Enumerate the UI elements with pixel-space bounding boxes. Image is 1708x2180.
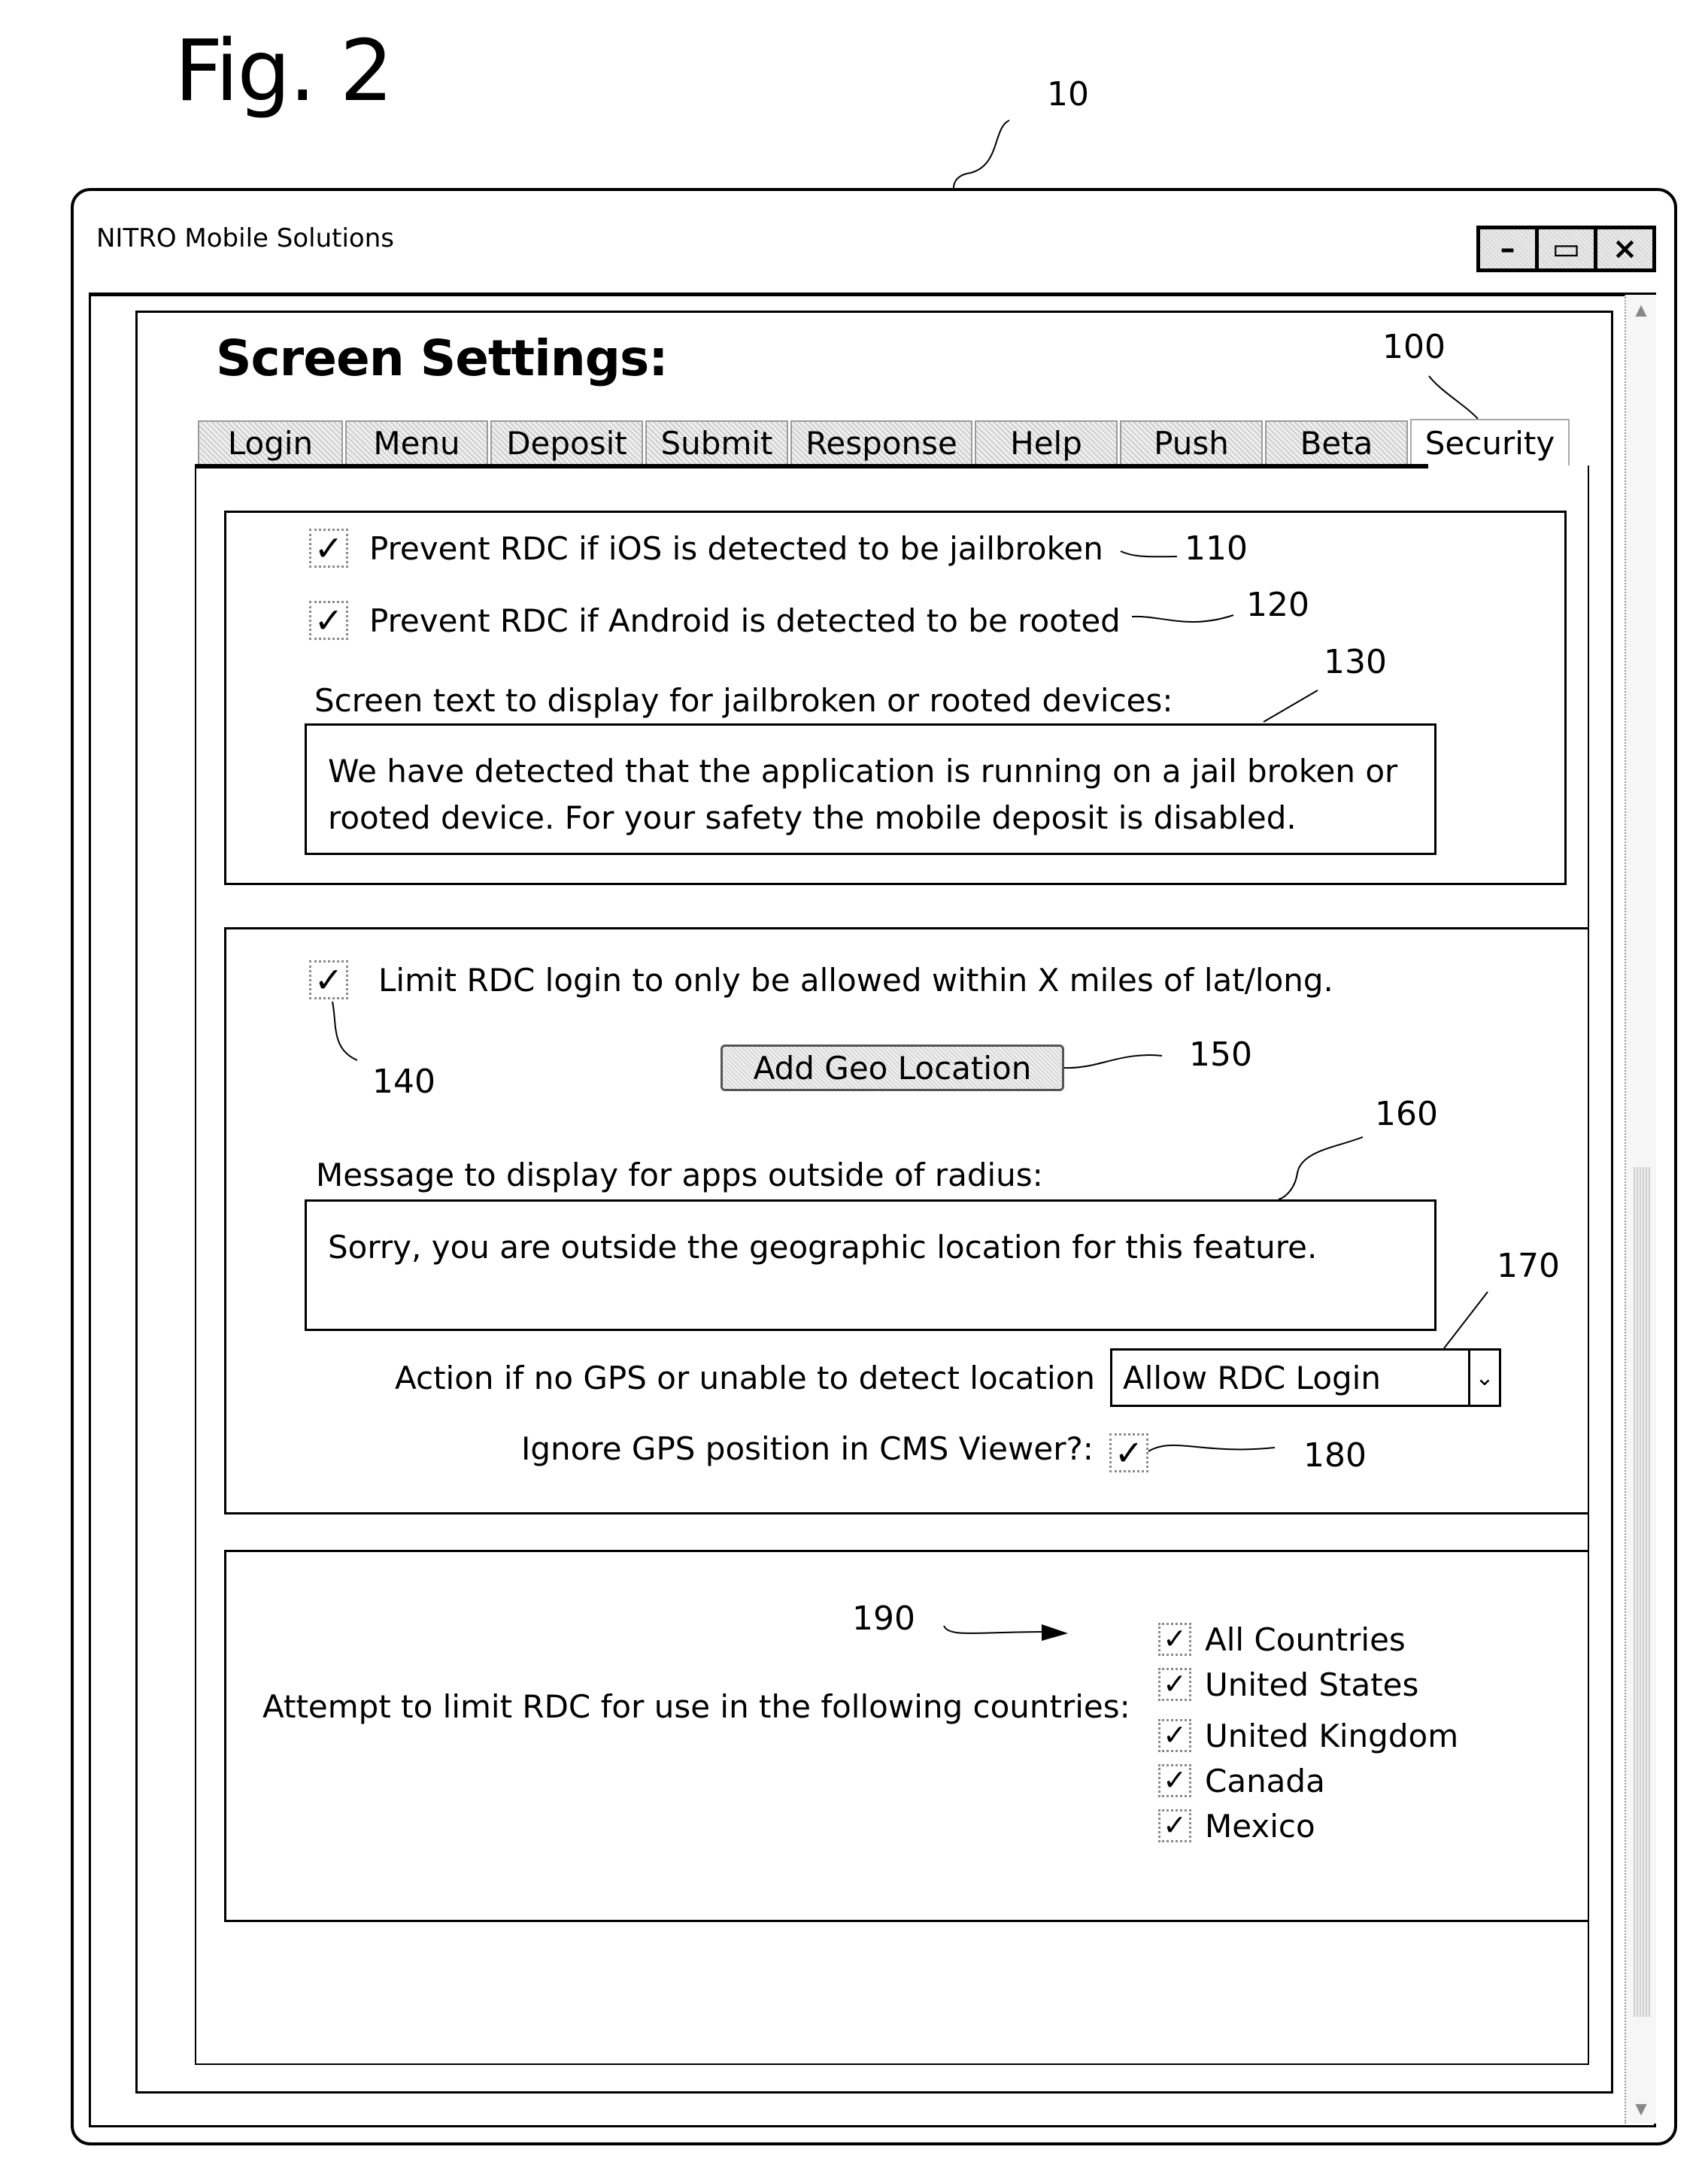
vertical-scrollbar[interactable]: ▲ ▼ (1625, 295, 1656, 2124)
close-icon: × (1612, 232, 1638, 266)
geo-limit-option: ✓ Limit RDC login to only be allowed wit… (309, 960, 1333, 999)
country-checkbox[interactable]: ✓ (1158, 1668, 1191, 1701)
ref-numeral-window: 10 (1047, 75, 1089, 114)
ref-numeral-170: 170 (1497, 1247, 1560, 1285)
check-icon: ✓ (314, 960, 344, 999)
country-option-mexico: ✓ Mexico (1158, 1803, 1458, 1848)
ref-numeral-140: 140 (372, 1063, 435, 1101)
tab-label: Menu (373, 424, 460, 462)
tab-help[interactable]: Help (975, 420, 1118, 464)
ref-numeral-110: 110 (1185, 529, 1248, 568)
country-checkbox[interactable]: ✓ (1158, 1809, 1191, 1842)
check-icon: ✓ (1163, 1669, 1187, 1700)
ref-numeral-130: 130 (1324, 643, 1387, 681)
ref-numeral-160: 160 (1375, 1095, 1438, 1133)
tab-security[interactable]: Security (1410, 419, 1570, 465)
window-title: NITRO Mobile Solutions (96, 223, 394, 253)
country-label: All Countries (1205, 1621, 1406, 1658)
check-icon: ✓ (1163, 1624, 1187, 1655)
country-checkbox[interactable]: ✓ (1158, 1764, 1191, 1797)
leader-10 (953, 120, 1010, 189)
page-title: Screen Settings: (216, 329, 669, 387)
country-label: United States (1205, 1666, 1419, 1703)
figure-label: Fig. 2 (174, 23, 393, 120)
tab-deposit[interactable]: Deposit (490, 420, 643, 464)
android-root-option: ✓ Prevent RDC if Android is detected to … (309, 601, 1121, 640)
no-gps-action-select[interactable]: Allow RDC Login ⌄ (1110, 1348, 1501, 1407)
close-button[interactable]: × (1597, 229, 1652, 268)
check-icon: ✓ (1163, 1810, 1187, 1842)
ref-numeral-150: 150 (1189, 1035, 1252, 1074)
ignore-gps-label: Ignore GPS position in CMS Viewer?: (521, 1430, 1094, 1467)
check-icon: ✓ (1163, 1720, 1187, 1751)
android-root-checkbox[interactable]: ✓ (309, 601, 348, 640)
ignore-gps-checkbox[interactable]: ✓ (1109, 1433, 1148, 1472)
tab-label: Security (1424, 424, 1555, 462)
screen-text-label: Screen text to display for jailbroken or… (314, 682, 1173, 719)
minimize-icon: – (1500, 232, 1515, 266)
check-icon: ✓ (314, 601, 344, 640)
ios-jailbreak-option: ✓ Prevent RDC if iOS is detected to be j… (309, 529, 1103, 568)
minimize-button[interactable]: – (1480, 229, 1539, 268)
button-label: Add Geo Location (753, 1049, 1032, 1087)
tab-login[interactable]: Login (198, 420, 343, 464)
add-geo-location-button[interactable]: Add Geo Location (721, 1045, 1064, 1091)
country-option-canada: ✓ Canada (1158, 1758, 1458, 1803)
tab-label: Login (227, 424, 314, 462)
tab-push[interactable]: Push (1120, 420, 1263, 464)
geo-limit-checkbox[interactable]: ✓ (309, 960, 348, 999)
maximize-button[interactable]: ▭ (1539, 229, 1597, 268)
check-icon: ✓ (1163, 1765, 1187, 1796)
ios-jailbreak-checkbox[interactable]: ✓ (309, 529, 348, 568)
tab-label: Response (805, 424, 957, 462)
ref-numeral-190: 190 (852, 1599, 915, 1638)
country-option-united-kingdom: ✓ United Kingdom (1158, 1713, 1458, 1758)
check-icon: ✓ (1114, 1433, 1144, 1472)
select-value: Allow RDC Login (1123, 1359, 1381, 1396)
ios-jailbreak-label: Prevent RDC if iOS is detected to be jai… (369, 529, 1103, 567)
no-gps-action-label: Action if no GPS or unable to detect loc… (395, 1360, 1095, 1396)
ref-numeral-180: 180 (1303, 1436, 1367, 1475)
maximize-icon: ▭ (1552, 232, 1581, 266)
country-checkbox[interactable]: ✓ (1158, 1719, 1191, 1752)
countries-label: Attempt to limit RDC for use in the foll… (262, 1688, 1130, 1725)
country-label: Mexico (1205, 1807, 1315, 1845)
geo-limit-label: Limit RDC login to only be allowed withi… (378, 961, 1333, 999)
ref-numeral-security-tab: 100 (1382, 328, 1446, 366)
tab-label: Push (1154, 424, 1229, 462)
chevron-down-icon[interactable]: ⌄ (1468, 1351, 1499, 1405)
tab-response[interactable]: Response (790, 420, 972, 464)
scroll-thumb[interactable] (1634, 1167, 1650, 2017)
android-root-label: Prevent RDC if Android is detected to be… (369, 602, 1121, 639)
check-icon: ✓ (314, 529, 344, 568)
country-label: United Kingdom (1205, 1717, 1459, 1754)
screen-text-textarea[interactable]: We have detected that the application is… (305, 723, 1436, 855)
country-option-all: ✓ All Countries (1158, 1617, 1458, 1662)
tab-label: Beta (1300, 424, 1373, 462)
radius-message-textarea[interactable]: Sorry, you are outside the geographic lo… (305, 1199, 1436, 1331)
tab-bar: Login Menu Deposit Submit Response Help … (198, 419, 1572, 465)
scroll-up-icon[interactable]: ▲ (1631, 299, 1652, 320)
country-label: Canada (1205, 1762, 1325, 1799)
tab-label: Deposit (506, 424, 627, 462)
tab-menu[interactable]: Menu (345, 420, 488, 464)
country-list: ✓ All Countries ✓ United States ✓ United… (1158, 1617, 1458, 1848)
tab-beta[interactable]: Beta (1265, 420, 1408, 464)
country-option-united-states: ✓ United States (1158, 1662, 1458, 1707)
radius-message-label: Message to display for apps outside of r… (316, 1157, 1043, 1193)
ref-numeral-120: 120 (1246, 586, 1309, 624)
tab-submit[interactable]: Submit (645, 420, 788, 464)
scroll-down-icon[interactable]: ▼ (1631, 2098, 1652, 2119)
tab-label: Submit (660, 424, 773, 462)
tab-label: Help (1010, 424, 1082, 462)
window-controls: – ▭ × (1476, 226, 1656, 272)
country-checkbox[interactable]: ✓ (1158, 1623, 1191, 1656)
